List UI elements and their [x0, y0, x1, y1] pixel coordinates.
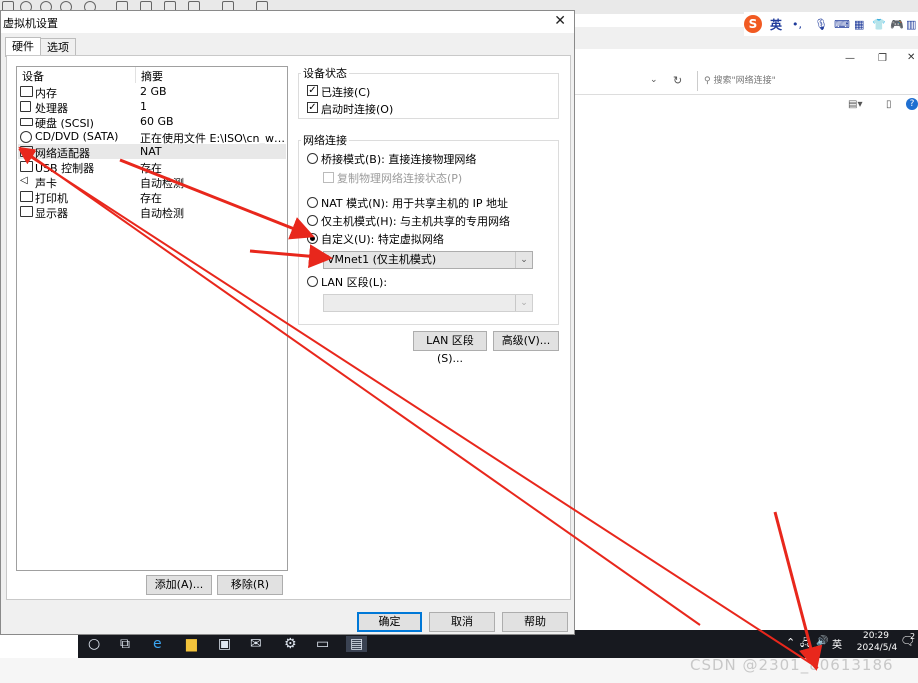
terminal-icon[interactable]: ▭: [316, 636, 329, 652]
usb-icon: [20, 161, 33, 172]
watermark: CSDN @2301_80613186: [690, 656, 894, 674]
hardware-panel: 设备 摘要 内存 2 GB 处理器 1 硬盘 (SCSI) 60 GB CD/D…: [6, 55, 571, 600]
bridged-radio[interactable]: [307, 153, 318, 164]
dialog-title: 虚拟机设置: [3, 17, 58, 30]
microphone-icon[interactable]: 🎙: [814, 18, 828, 31]
sound-icon: ◁: [20, 175, 28, 186]
cpu-icon: [20, 101, 31, 112]
dialog-titlebar: 虚拟机设置 ✕: [1, 11, 574, 33]
monitor-icon: [20, 206, 33, 217]
notification-count: 2: [910, 632, 916, 641]
volume-icon[interactable]: 🔊: [816, 636, 828, 647]
advanced-button[interactable]: 高级(V)...: [493, 331, 559, 351]
keyboard-icon[interactable]: ⌨: [834, 18, 850, 31]
device-row-network[interactable]: 网络适配器 NAT: [18, 144, 286, 160]
toolbox-icon[interactable]: ▥: [906, 18, 916, 31]
help-icon[interactable]: ?: [906, 98, 918, 110]
view-options-icon[interactable]: ▤▾: [848, 99, 862, 110]
close-icon[interactable]: ✕: [554, 13, 566, 29]
minimize-icon[interactable]: —: [845, 53, 855, 64]
preview-pane-icon[interactable]: ▯: [886, 99, 892, 110]
tab-options[interactable]: 选项: [40, 38, 76, 56]
gamepad-icon[interactable]: 🎮: [890, 18, 904, 31]
explorer-search-input[interactable]: ⚲ 搜索"网络连接": [697, 71, 918, 91]
device-row-harddisk[interactable]: 硬盘 (SCSI) 60 GB: [18, 114, 286, 130]
custom-radio[interactable]: [307, 233, 318, 244]
explorer-view-controls: ▤▾ ▯ ?: [848, 98, 918, 113]
store-icon[interactable]: ▣: [218, 636, 231, 652]
vmware-icon[interactable]: ▤: [346, 636, 368, 652]
device-list[interactable]: 设备 摘要 内存 2 GB 处理器 1 硬盘 (SCSI) 60 GB CD/D…: [16, 66, 288, 571]
device-row-cpu[interactable]: 处理器 1: [18, 99, 286, 115]
device-row-cdrom[interactable]: CD/DVD (SATA) 正在使用文件 E:\ISO\cn_win...: [18, 129, 286, 145]
restore-icon[interactable]: ❐: [878, 53, 887, 64]
punctuation-icon[interactable]: •,: [792, 18, 802, 31]
close-icon[interactable]: ✕: [907, 52, 915, 63]
device-row-sound[interactable]: ◁ 声卡 自动检测: [18, 174, 286, 191]
network-icon: [20, 146, 33, 157]
edge-icon[interactable]: e: [153, 636, 162, 652]
search-icon[interactable]: ○: [88, 636, 100, 652]
chevron-down-icon[interactable]: ⌄: [515, 252, 532, 268]
tab-hardware[interactable]: 硬件: [5, 37, 41, 57]
cancel-button[interactable]: 取消: [429, 612, 495, 632]
tray-time[interactable]: 20:29: [856, 631, 896, 641]
add-device-button[interactable]: 添加(A)...: [146, 575, 212, 595]
column-divider: [135, 67, 136, 83]
custom-network-select[interactable]: VMnet1 (仅主机模式) ⌄: [323, 251, 533, 269]
device-column-header[interactable]: 设备: [22, 68, 44, 84]
memory-icon: [20, 86, 33, 97]
network-connection-title: 网络连接: [301, 132, 349, 148]
file-explorer-icon[interactable]: ▆: [186, 636, 197, 652]
help-button[interactable]: 帮助: [502, 612, 568, 632]
tray-language[interactable]: 英: [832, 636, 842, 651]
printer-icon: [20, 191, 33, 202]
nat-radio[interactable]: [307, 197, 318, 208]
device-row-printer[interactable]: 打印机 存在: [18, 189, 286, 205]
connect-on-power-checkbox[interactable]: ✓: [307, 102, 318, 113]
hostonly-label[interactable]: 仅主机模式(H): 与主机共享的专用网络: [321, 213, 510, 229]
device-row-monitor[interactable]: 显示器 自动检测: [18, 204, 286, 220]
replicate-state-checkbox[interactable]: [323, 172, 334, 183]
harddisk-icon: [20, 118, 33, 126]
replicate-state-label[interactable]: 复制物理网络连接状态(P): [337, 170, 462, 186]
connected-label[interactable]: 已连接(C): [321, 84, 370, 100]
refresh-icon[interactable]: ↻: [673, 74, 682, 87]
custom-label[interactable]: 自定义(U): 特定虚拟网络: [321, 231, 444, 247]
device-status-title: 设备状态: [301, 65, 349, 81]
sogou-logo-icon[interactable]: S: [744, 15, 762, 33]
skin-icon[interactable]: 👕: [872, 18, 886, 31]
tray-date[interactable]: 2024/5/4: [852, 643, 902, 653]
grid-icon[interactable]: ▦: [854, 18, 864, 31]
chevron-down-icon[interactable]: ⌄: [650, 75, 658, 85]
vm-settings-dialog: 虚拟机设置 ✕ 硬件 选项 设备 摘要 内存 2 GB 处理器 1 硬盘 (SC…: [0, 10, 575, 635]
network-tray-icon[interactable]: 🖧: [800, 636, 811, 653]
explorer-window-controls: — ❐ ✕: [575, 49, 918, 70]
nat-label[interactable]: NAT 模式(N): 用于共享主机的 IP 地址: [321, 195, 508, 211]
ok-button[interactable]: 确定: [357, 612, 422, 632]
device-row-memory[interactable]: 内存 2 GB: [18, 84, 286, 100]
bridged-label[interactable]: 桥接模式(B): 直接连接物理网络: [321, 151, 476, 167]
lan-segments-button[interactable]: LAN 区段(S)...: [413, 331, 487, 365]
task-view-icon[interactable]: ⧉: [120, 636, 130, 652]
chevron-down-icon[interactable]: ⌄: [515, 295, 532, 311]
ime-toolbar: S 英 •, 🎙 ⌨ ▦ 👕 🎮 ▥: [744, 12, 918, 36]
hostonly-radio[interactable]: [307, 215, 318, 226]
tray-chevron-up-icon[interactable]: ⌃: [786, 636, 795, 649]
device-row-usb[interactable]: USB 控制器 存在: [18, 159, 286, 175]
ime-language[interactable]: 英: [770, 16, 782, 33]
lan-segment-radio[interactable]: [307, 276, 318, 287]
summary-column-header[interactable]: 摘要: [141, 68, 163, 84]
connected-checkbox[interactable]: ✓: [307, 85, 318, 96]
lan-segment-select[interactable]: ⌄: [323, 294, 533, 312]
remove-device-button[interactable]: 移除(R): [217, 575, 283, 595]
connect-on-power-label[interactable]: 启动时连接(O): [321, 101, 393, 117]
cdrom-icon: [20, 131, 32, 143]
lan-segment-label[interactable]: LAN 区段(L):: [321, 274, 387, 290]
mail-icon[interactable]: ✉: [250, 636, 262, 652]
settings-gear-icon[interactable]: ⚙: [284, 636, 297, 652]
custom-network-value: VMnet1 (仅主机模式): [327, 253, 437, 266]
